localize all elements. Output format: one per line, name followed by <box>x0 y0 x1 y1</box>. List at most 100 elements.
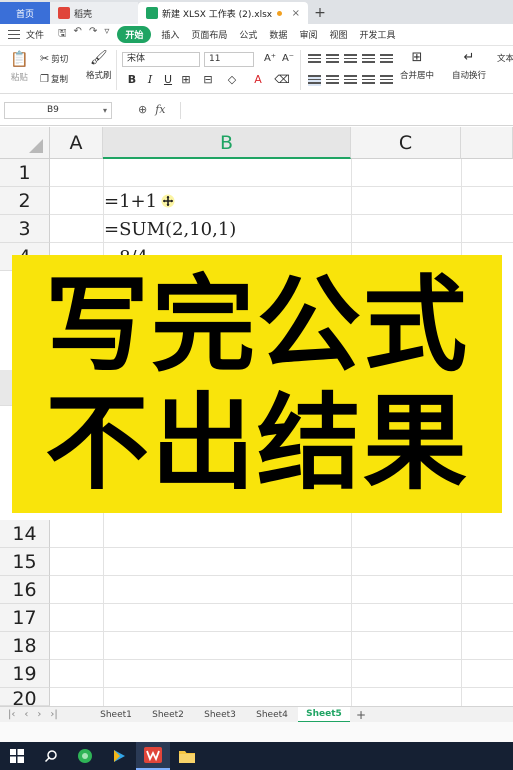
borders-icon[interactable]: ⊞ <box>178 72 194 88</box>
sheet-navigation: |‹ ‹ › ›| <box>0 709 90 720</box>
name-box[interactable]: B9 <box>4 102 112 119</box>
add-sheet-button[interactable]: + <box>356 708 366 722</box>
select-all-corner[interactable] <box>0 127 50 159</box>
close-tab-icon[interactable]: × <box>292 8 300 19</box>
row-header[interactable]: 19 <box>0 660 50 688</box>
fill-color-icon[interactable]: ◇ <box>224 72 240 88</box>
underline-button[interactable]: U <box>160 72 176 88</box>
formula-input[interactable] <box>180 102 513 119</box>
column-header-a[interactable]: A <box>50 127 103 159</box>
ribbon-tab-page-layout[interactable]: 页面布局 <box>185 28 233 41</box>
media-player-icon[interactable] <box>102 742 136 770</box>
row-header[interactable]: 2 <box>0 187 50 215</box>
row-header[interactable]: 16 <box>0 576 50 604</box>
indent-decrease-icon[interactable] <box>362 54 375 65</box>
align-top-icon[interactable] <box>308 54 321 65</box>
search-icon[interactable] <box>34 742 68 770</box>
align-middle-icon[interactable] <box>326 54 339 65</box>
tab-docer[interactable]: 稻壳 <box>50 2 138 24</box>
align-left-icon[interactable] <box>308 75 321 86</box>
caption-line-2: 不出结果 <box>44 382 469 504</box>
distributed-icon[interactable] <box>380 75 393 86</box>
formula-tools: ⊕ fx <box>138 103 166 116</box>
new-tab-button[interactable]: + <box>308 2 332 24</box>
caption-banner: 写完公式 不出结果 <box>12 255 502 513</box>
font-size-select[interactable]: 11 <box>204 52 254 67</box>
unsaved-dot-icon <box>276 10 282 16</box>
sheet-tab-1[interactable]: Sheet1 <box>90 710 142 720</box>
row-header[interactable]: 3 <box>0 215 50 243</box>
ribbon-tab-view[interactable]: 视图 <box>323 28 353 41</box>
column-header-d[interactable] <box>461 127 513 159</box>
merge-center-label: 合并居中 <box>400 71 435 81</box>
ribbon-tab-formulas[interactable]: 公式 <box>233 28 263 41</box>
tab-workbook[interactable]: 新建 XLSX 工作表 (2).xlsx × <box>138 2 308 24</box>
font-color-icon[interactable]: A <box>250 72 266 88</box>
font-name-select[interactable]: 宋体 <box>122 52 200 67</box>
align-bottom-icon[interactable] <box>344 54 357 65</box>
align-center-icon[interactable] <box>326 75 339 86</box>
first-sheet-icon[interactable]: |‹ <box>8 709 15 720</box>
ribbon-tab-data[interactable]: 数据 <box>263 28 293 41</box>
clear-format-icon[interactable]: ⌫ <box>274 72 290 88</box>
row-header[interactable]: 14 <box>0 520 50 548</box>
wps-app-icon[interactable] <box>136 742 170 770</box>
cut-label: 剪切 <box>51 54 69 65</box>
indent-increase-icon[interactable] <box>380 54 393 65</box>
docer-logo-icon <box>58 7 70 19</box>
paste-button[interactable]: 📋 粘贴 <box>10 50 29 83</box>
sheet-tab-5[interactable]: Sheet5 <box>298 706 350 723</box>
redo-icon[interactable]: ↷ <box>89 26 97 43</box>
decrease-font-icon[interactable]: A⁻ <box>280 51 296 67</box>
mouse-cursor-icon <box>161 194 175 208</box>
prev-sheet-icon[interactable]: ‹ <box>24 709 28 720</box>
row-header[interactable]: 20 <box>0 688 50 706</box>
row-header[interactable]: 1 <box>0 159 50 187</box>
sheet-tab-3[interactable]: Sheet3 <box>194 710 246 720</box>
fx-icon[interactable]: fx <box>155 103 165 116</box>
format-painter-label: 格式刷 <box>86 71 112 81</box>
grid-line <box>50 603 513 604</box>
justify-icon[interactable] <box>362 75 375 86</box>
hamburger-menu-icon[interactable] <box>8 30 20 39</box>
ribbon-tab-insert[interactable]: 插入 <box>155 28 185 41</box>
customize-chevron-icon[interactable]: ▿ <box>104 26 109 43</box>
bold-button[interactable]: B <box>124 72 140 88</box>
grid-line <box>50 631 513 632</box>
increase-font-icon[interactable]: A⁺ <box>262 51 278 67</box>
last-sheet-icon[interactable]: ›| <box>50 709 57 720</box>
zoom-icon[interactable]: ⊕ <box>138 103 147 116</box>
browser-app-icon[interactable] <box>68 742 102 770</box>
file-explorer-icon[interactable] <box>170 742 204 770</box>
undo-icon[interactable]: ↶ <box>74 26 82 43</box>
copy-button[interactable]: ❐ 复制 <box>40 73 68 86</box>
ribbon-tab-start[interactable]: 开始 <box>117 26 152 43</box>
cell-b2[interactable]: =1+1 <box>104 187 157 215</box>
row-header[interactable]: 17 <box>0 604 50 632</box>
save-icon[interactable]: 🖫 <box>58 26 67 43</box>
document-tab-strip: 首页 稻壳 新建 XLSX 工作表 (2).xlsx × + <box>0 0 513 24</box>
ribbon-tab-developer[interactable]: 开发工具 <box>353 28 401 41</box>
format-painter-button[interactable]: 🖌 格式刷 <box>86 50 112 81</box>
merge-cells-icon[interactable]: ⊟ <box>200 72 216 88</box>
row-header[interactable]: 18 <box>0 632 50 660</box>
sheet-tab-2[interactable]: Sheet2 <box>142 710 194 720</box>
grid-line <box>50 687 513 688</box>
sheet-tab-4[interactable]: Sheet4 <box>246 710 298 720</box>
italic-button[interactable]: I <box>142 72 158 88</box>
cell-b3[interactable]: =SUM(2,10,1) <box>104 215 236 243</box>
scissors-icon: ✂ <box>40 52 50 65</box>
windows-start-icon[interactable] <box>0 742 34 770</box>
wrap-text-button[interactable]: ↵ 自动换行 <box>452 50 486 81</box>
text-format-button[interactable]: 文本 <box>497 52 513 64</box>
row-header[interactable]: 15 <box>0 548 50 576</box>
next-sheet-icon[interactable]: › <box>37 709 41 720</box>
column-header-c[interactable]: C <box>351 127 461 159</box>
file-menu[interactable]: 文件 <box>20 28 50 41</box>
cut-button[interactable]: ✂ 剪切 <box>40 52 68 65</box>
tab-home[interactable]: 首页 <box>0 2 50 24</box>
merge-center-button[interactable]: ⊞ 合并居中 <box>400 50 434 81</box>
column-header-b[interactable]: B <box>103 127 351 159</box>
ribbon-tab-review[interactable]: 审阅 <box>293 28 323 41</box>
align-right-icon[interactable] <box>344 75 357 86</box>
